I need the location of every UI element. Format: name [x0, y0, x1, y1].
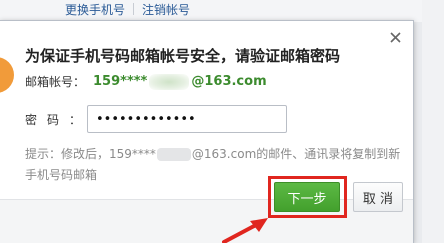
email-suffix: @163.com — [191, 74, 267, 89]
email-label: 邮箱帐号： — [25, 75, 86, 89]
cancel-button[interactable]: 取 消 — [353, 182, 403, 212]
close-icon — [389, 31, 401, 43]
email-row: 邮箱帐号： 159**** @163.com — [25, 73, 267, 90]
tip-blur-mask — [156, 148, 191, 161]
password-row: 密码： — [25, 105, 287, 133]
close-account-link[interactable]: 注销帐号 — [142, 1, 190, 18]
tip-prefix: 提示：修改后，159**** — [25, 147, 156, 161]
email-prefix: 159**** — [93, 74, 148, 89]
migration-tip: 提示：修改后，159**** @163.com的邮件、通讯录将复制到新手机号码邮箱 — [25, 144, 405, 186]
email-value: 159**** @163.com — [93, 73, 267, 90]
dialog-title: 为保证手机号码邮箱帐号安全，请验证邮箱密码 — [25, 47, 341, 65]
arrow-icon — [222, 218, 268, 243]
dialog-footer — [0, 199, 413, 243]
email-blur-mask — [149, 73, 190, 90]
link-divider — [133, 3, 135, 15]
next-step-button[interactable]: 下一步 — [274, 182, 340, 212]
dialog-badge-icon — [0, 57, 14, 93]
background-panel — [422, 0, 444, 243]
verify-password-dialog: 为保证手机号码邮箱帐号安全，请验证邮箱密码 邮箱帐号： 159**** @163… — [0, 20, 414, 243]
close-button[interactable] — [382, 24, 408, 50]
password-label: 密码： — [25, 112, 92, 127]
change-phone-link[interactable]: 更换手机号 — [65, 1, 125, 18]
password-input[interactable] — [87, 105, 287, 133]
account-links: 更换手机号 注销帐号 — [65, 0, 190, 18]
